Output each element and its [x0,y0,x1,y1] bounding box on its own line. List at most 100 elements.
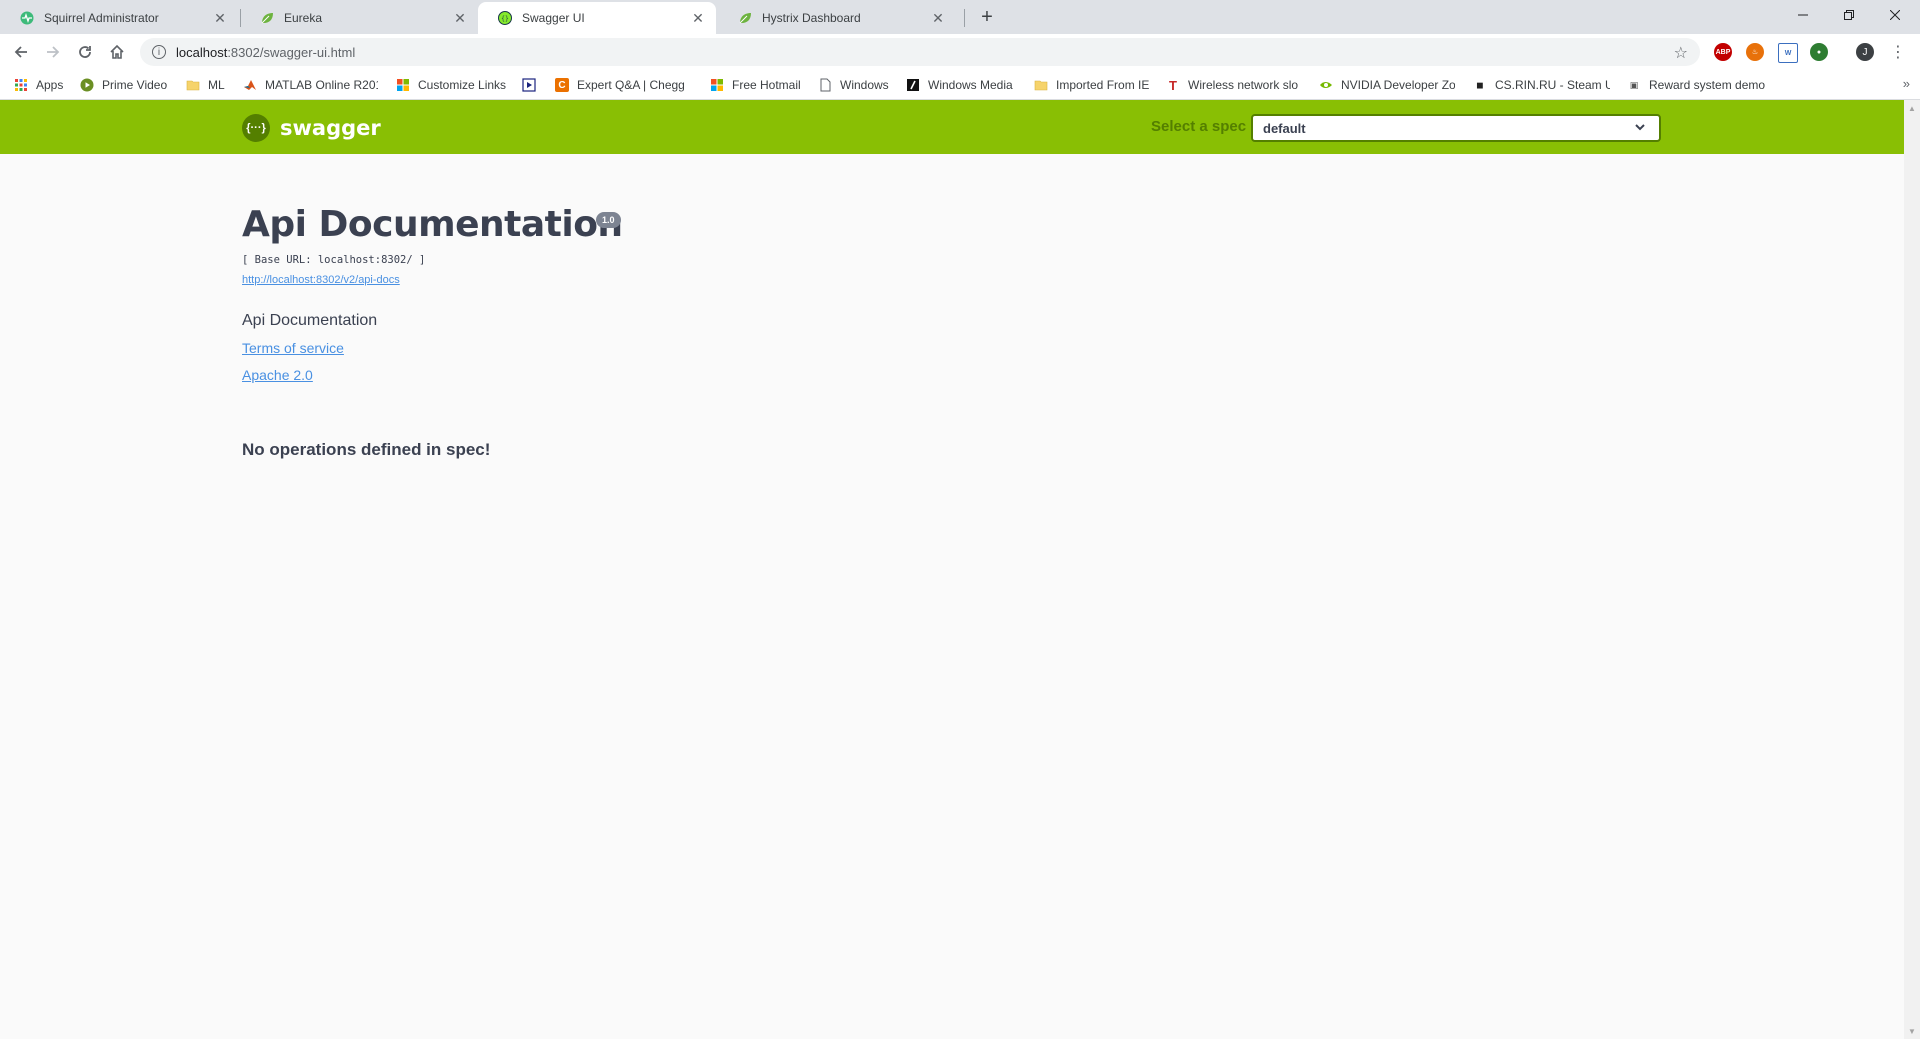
swagger-topbar: {···} swagger Select a spec default [0,100,1904,154]
spec-select[interactable]: default [1251,114,1661,142]
fire-icon[interactable]: ♨ [1746,43,1764,61]
spec-select-value: default [1263,120,1306,136]
avatar[interactable]: J [1856,43,1874,61]
folder-icon [1034,78,1048,92]
scroll-up-arrow-icon[interactable]: ▲ [1904,100,1920,116]
bookmark-matlab-online[interactable]: MATLAB Online R201 [243,76,378,94]
matlab-icon [243,78,257,92]
forward-button[interactable] [41,40,65,64]
bookmark-label: Imported From IE [1056,78,1150,92]
bookmark-label: NVIDIA Developer Zo [1341,78,1455,92]
swagger-wordmark: swagger [280,116,381,140]
folder-icon [186,78,200,92]
browser-toolbar: i localhost:8302/swagger-ui.html ☆ ABP ♨… [0,34,1920,70]
bookmark-customize-links[interactable]: Customize Links [396,76,506,94]
tab-title: Eureka [284,11,323,25]
tab-squirrel-administrator[interactable]: Squirrel Administrator ✕ [0,2,238,34]
bookmark-nvidia-developer[interactable]: NVIDIA Developer Zo [1319,76,1455,94]
tab-swagger-ui[interactable]: {} Swagger UI ✕ [478,2,716,34]
bookmark-free-hotmail[interactable]: Free Hotmail [710,76,801,94]
tab-strip: Squirrel Administrator ✕ Eureka ✕ {} Swa… [0,0,1920,34]
csrin-icon: ◼ [1476,79,1484,90]
close-icon[interactable]: ✕ [452,10,468,26]
site-info-icon[interactable]: i [152,45,166,59]
license-link[interactable]: Apache 2.0 [242,367,313,383]
bookmark-reward-system[interactable]: ▣ Reward system demo [1627,76,1765,94]
home-icon [110,44,124,59]
version-badge: 1.0 [596,212,621,228]
swagger-logo[interactable]: {···} swagger [242,114,381,142]
nvidia-icon [1319,78,1333,92]
bookmark-label: CS.RIN.RU - Steam U [1495,78,1610,92]
doc-icon[interactable]: W [1778,43,1798,63]
bookmark-label: Free Hotmail [732,78,801,92]
svg-text:{}: {} [501,16,509,23]
spec-select-label: Select a spec [1151,118,1247,135]
bookmark-windows-media[interactable]: Windows Media [906,76,1013,94]
tab-hystrix-dashboard[interactable]: Hystrix Dashboard ✕ [718,2,956,34]
home-button[interactable] [105,40,129,64]
reload-button[interactable] [73,40,97,64]
spring-leaf-icon [738,11,752,25]
bookmark-chegg[interactable]: C Expert Q&A | Chegg [555,76,695,94]
base-url: [ Base URL: localhost:8302/ ] [242,254,426,266]
swagger-icon: {} [498,11,512,25]
url-host: localhost [176,44,228,60]
api-description: Api Documentation [242,312,378,329]
bookmark-label: Windows [840,78,889,92]
page-title: Api Documentation [242,204,623,245]
tab-eureka[interactable]: Eureka ✕ [240,2,478,34]
bookmarks-overflow-button[interactable]: » [1903,76,1910,91]
tab-title: Squirrel Administrator [44,11,159,25]
swagger-page: {···} swagger Select a spec default Api … [0,100,1904,1039]
terms-of-service-link[interactable]: Terms of service [242,340,344,356]
menu-icon[interactable]: ⋮ [1890,42,1906,62]
reward-icon: ▣ [1629,79,1639,90]
bookmark-wireless-network[interactable]: T Wireless network slo [1166,76,1301,94]
bookmark-star-icon[interactable]: ☆ [1674,43,1688,63]
back-arrow-icon [14,46,27,58]
scroll-down-arrow-icon[interactable]: ▼ [1904,1023,1920,1039]
windows-media-icon [906,78,920,92]
restore-icon [1844,10,1854,20]
bookmark-label: Reward system demo [1649,78,1765,92]
url-path: :8302/swagger-ui.html [227,44,356,60]
bookmark-windows[interactable]: Windows [818,76,889,94]
api-docs-link[interactable]: http://localhost:8302/v2/api-docs [242,274,400,286]
bookmark-imported-from-ie[interactable]: Imported From IE [1034,76,1149,94]
window-close-button[interactable] [1872,0,1918,30]
back-button[interactable] [9,40,33,64]
bookmark-label: Expert Q&A | Chegg [577,78,685,92]
adblock-plus-icon[interactable]: ABP [1714,43,1732,61]
close-icon[interactable]: ✕ [930,10,946,26]
close-icon[interactable]: ✕ [690,10,706,26]
reload-icon [79,46,91,58]
media-icon [522,78,536,92]
bookmark-media[interactable] [522,76,544,94]
bookmark-label: Windows Media [928,78,1013,92]
bookmark-cs-rin-ru[interactable]: ◼ CS.RIN.RU - Steam U [1473,76,1610,94]
close-icon[interactable]: ✕ [212,10,228,26]
bookmark-label: Wireless network slo [1188,78,1299,92]
tab-title: Hystrix Dashboard [762,11,861,25]
address-bar[interactable]: i localhost:8302/swagger-ui.html ☆ [140,38,1700,66]
tab-separator [964,9,965,27]
bookmark-label: Customize Links [418,78,507,92]
empty-operations-message: No operations defined in spec! [242,440,491,459]
forward-arrow-icon [47,46,60,58]
bookmarks-bar: Apps Prime Video ML MATLAB Online R201 C… [0,70,1920,100]
spring-leaf-icon [260,11,274,25]
bookmark-label: MATLAB Online R201 [265,78,378,92]
scrollbar[interactable]: ▲ ▼ [1904,100,1920,1039]
globe-icon[interactable]: ● [1810,43,1828,61]
new-tab-button[interactable]: + [976,6,998,28]
minimize-button[interactable] [1780,0,1826,30]
bookmark-ml[interactable]: ML [186,76,225,94]
bookmark-apps[interactable]: Apps [14,76,63,94]
restore-button[interactable] [1826,0,1872,30]
apps-grid-icon [14,78,28,92]
bookmark-prime-video[interactable]: Prime Video [80,76,167,94]
chevron-down-icon [1635,124,1645,131]
bookmark-label: Prime Video [102,78,168,92]
page-icon [818,78,832,92]
